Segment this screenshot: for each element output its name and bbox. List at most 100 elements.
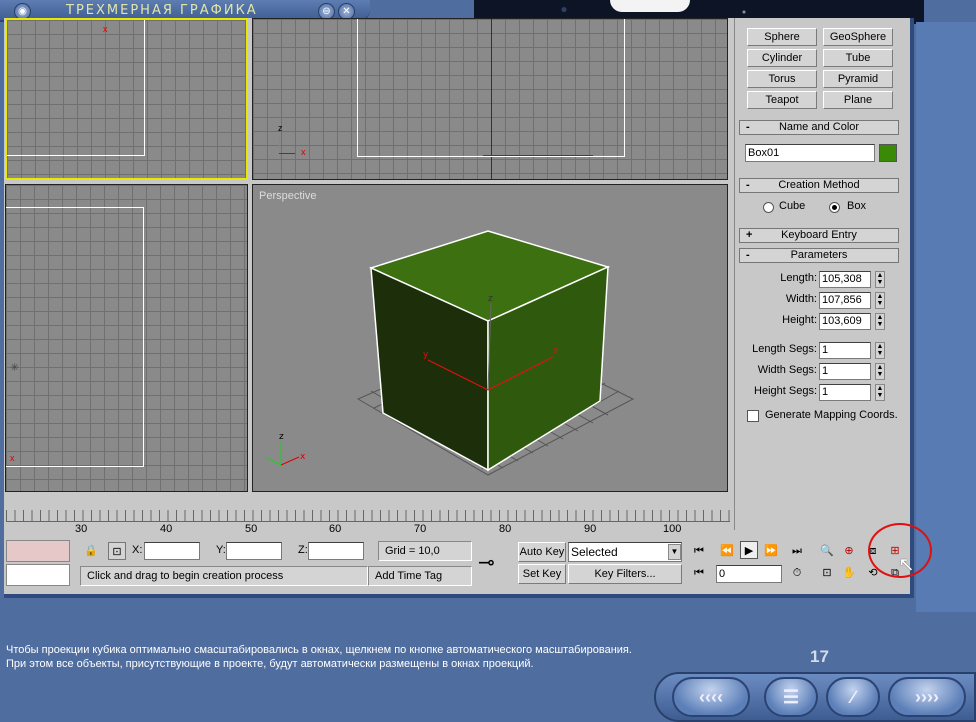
teapot-button[interactable]: Teapot [747,91,817,109]
width-segs-spinner-arrows[interactable]: ▲ ▼ [875,363,885,380]
add-time-tag-button[interactable]: Add Time Tag [368,566,472,586]
zoom-icon[interactable]: 🔍 [818,542,836,560]
rollout-title: Parameters [790,249,848,261]
lesson-caption: Чтобы проекции кубика оптимально смасшта… [6,644,632,670]
key-icon[interactable]: ⊸ [478,550,495,575]
width-segs-spinner[interactable]: 1 [819,363,871,380]
width-spinner-arrows[interactable]: ▲ ▼ [875,292,885,309]
key-filters-button[interactable]: Key Filters... [568,564,682,584]
length-spinner[interactable]: 105,308 [819,271,871,288]
lock-icon[interactable]: 🔒 [82,542,100,560]
timeline-tick-label: 80 [499,523,512,535]
z-coord-field[interactable] [308,542,364,560]
length-segs-spinner[interactable]: 1 [819,342,871,359]
timeline-tick-label: 100 [663,523,682,535]
rollout-toggle: - [746,249,750,261]
timeline-tick-label: 90 [584,523,597,535]
go-to-start-icon[interactable]: ⏮ [690,542,708,560]
generate-mapping-label: Generate Mapping Coords. [765,409,898,421]
status-bar: 🔒 ⊡ X: Y: Z: Grid = 10,0 Click and drag … [6,540,910,588]
height-spinner[interactable]: 103,609 [819,313,871,330]
next-frame-icon[interactable]: ⏩ [762,542,780,560]
timeline-tick-label: 50 [245,523,258,535]
grid-size-display: Grid = 10,0 [378,541,472,561]
chevron-down-icon[interactable]: ▼ [668,544,681,560]
next-lesson-button[interactable]: ›››› [888,677,966,717]
go-to-end-icon[interactable]: ⏭ [788,542,806,560]
previous-frame-icon[interactable]: ⏪ [718,542,736,560]
length-spinner-arrows[interactable]: ▲ ▼ [875,271,885,288]
box-radio[interactable] [829,202,840,213]
box-radio-label: Box [847,200,866,212]
page-number: 17 [810,647,829,666]
object-color-swatch[interactable] [879,144,897,162]
cube-radio[interactable] [763,202,774,213]
previous-lesson-button[interactable]: ‹‹‹‹ [672,677,750,717]
x-coord-label: X: [132,544,143,556]
play-icon[interactable]: ▶ [740,541,758,559]
mouse-cursor-icon: ↖ [898,554,915,576]
gizmo-label-z: z [488,294,493,304]
command-panel: Sphere GeoSphere Cylinder Tube Torus Pyr… [734,18,906,530]
axis-x-line [483,155,593,156]
pyramid-button[interactable]: Pyramid [823,70,893,88]
x-coord-field[interactable] [144,542,200,560]
generate-mapping-checkbox[interactable] [747,410,759,422]
length-segs-spinner-arrows[interactable]: ▲ ▼ [875,342,885,359]
z-coord-label: Z: [298,544,308,556]
viewport-top[interactable]: x [5,18,248,180]
y-coord-label: Y: [216,544,226,556]
width-segs-label: Width Segs: [757,364,817,376]
selection-set-dropdown[interactable]: Selected [568,542,682,562]
object-name-field[interactable]: Box01 [745,144,875,162]
viewport-front[interactable]: z x [252,18,728,180]
time-slider-track[interactable]: 30 40 50 60 70 80 90 100 [6,510,730,540]
torus-button[interactable]: Torus [747,70,817,88]
tripod-y [264,456,282,466]
timeline-ruler[interactable] [6,510,730,522]
perspective-scene: y x z z x [264,230,635,476]
height-segs-spinner[interactable]: 1 [819,384,871,401]
region-zoom-icon[interactable]: ⊡ [818,564,836,582]
viewport-left[interactable]: ✳ x [5,184,248,492]
sphere-button[interactable]: Sphere [747,28,817,46]
key-mode-toggle-icon[interactable]: ⏮ [690,564,708,582]
height-segs-spinner-arrows[interactable]: ▲ ▼ [875,384,885,401]
tripod-label-x: x [300,452,306,462]
viewport-perspective[interactable]: Perspective y x z z x [252,184,728,492]
cylinder-button[interactable]: Cylinder [747,49,817,67]
creation-method-rollout-header[interactable]: - Creation Method [739,178,899,193]
rollout-title: Name and Color [778,121,860,133]
notes-button[interactable]: ∕ [826,677,880,717]
geosphere-button[interactable]: GeoSphere [823,28,893,46]
height-label: Height: [782,314,817,326]
current-frame-field[interactable]: 0 [716,565,782,583]
set-key-button[interactable]: Set Key [518,564,566,584]
rollout-title: Creation Method [778,179,860,191]
y-coord-field[interactable] [226,542,282,560]
absolute-mode-icon[interactable]: ⊡ [108,542,126,560]
name-color-rollout-header[interactable]: - Name and Color [739,120,899,135]
rollout-title: Keyboard Entry [781,229,857,241]
maxscript-listener-field[interactable] [6,540,70,562]
maxscript-output-field[interactable] [6,564,70,586]
time-configuration-icon[interactable]: ⏱ [788,564,806,582]
height-spinner-arrows[interactable]: ▲ ▼ [875,313,885,330]
background-planet [610,0,690,12]
cube-radio-label: Cube [779,200,806,212]
parameters-rollout-header[interactable]: - Parameters [739,248,899,263]
axis-x-line [279,153,295,154]
length-segs-label: Length Segs: [752,343,817,355]
tube-button[interactable]: Tube [823,49,893,67]
auto-key-button[interactable]: Auto Key [518,542,566,562]
width-spinner[interactable]: 107,856 [819,292,871,309]
box-outline-left [6,207,144,467]
presentation-frame [916,22,976,612]
zoom-all-icon[interactable]: ⊕ [840,542,858,560]
keyboard-entry-rollout-header[interactable]: + Keyboard Entry [739,228,899,243]
contents-button[interactable]: ☰ [764,677,818,717]
height-segs-label: Height Segs: [754,385,817,397]
pan-icon[interactable]: ✋ [840,564,858,582]
lesson-navigation: ‹‹‹‹ ☰ ∕ ›››› [654,672,976,722]
plane-button[interactable]: Plane [823,91,893,109]
